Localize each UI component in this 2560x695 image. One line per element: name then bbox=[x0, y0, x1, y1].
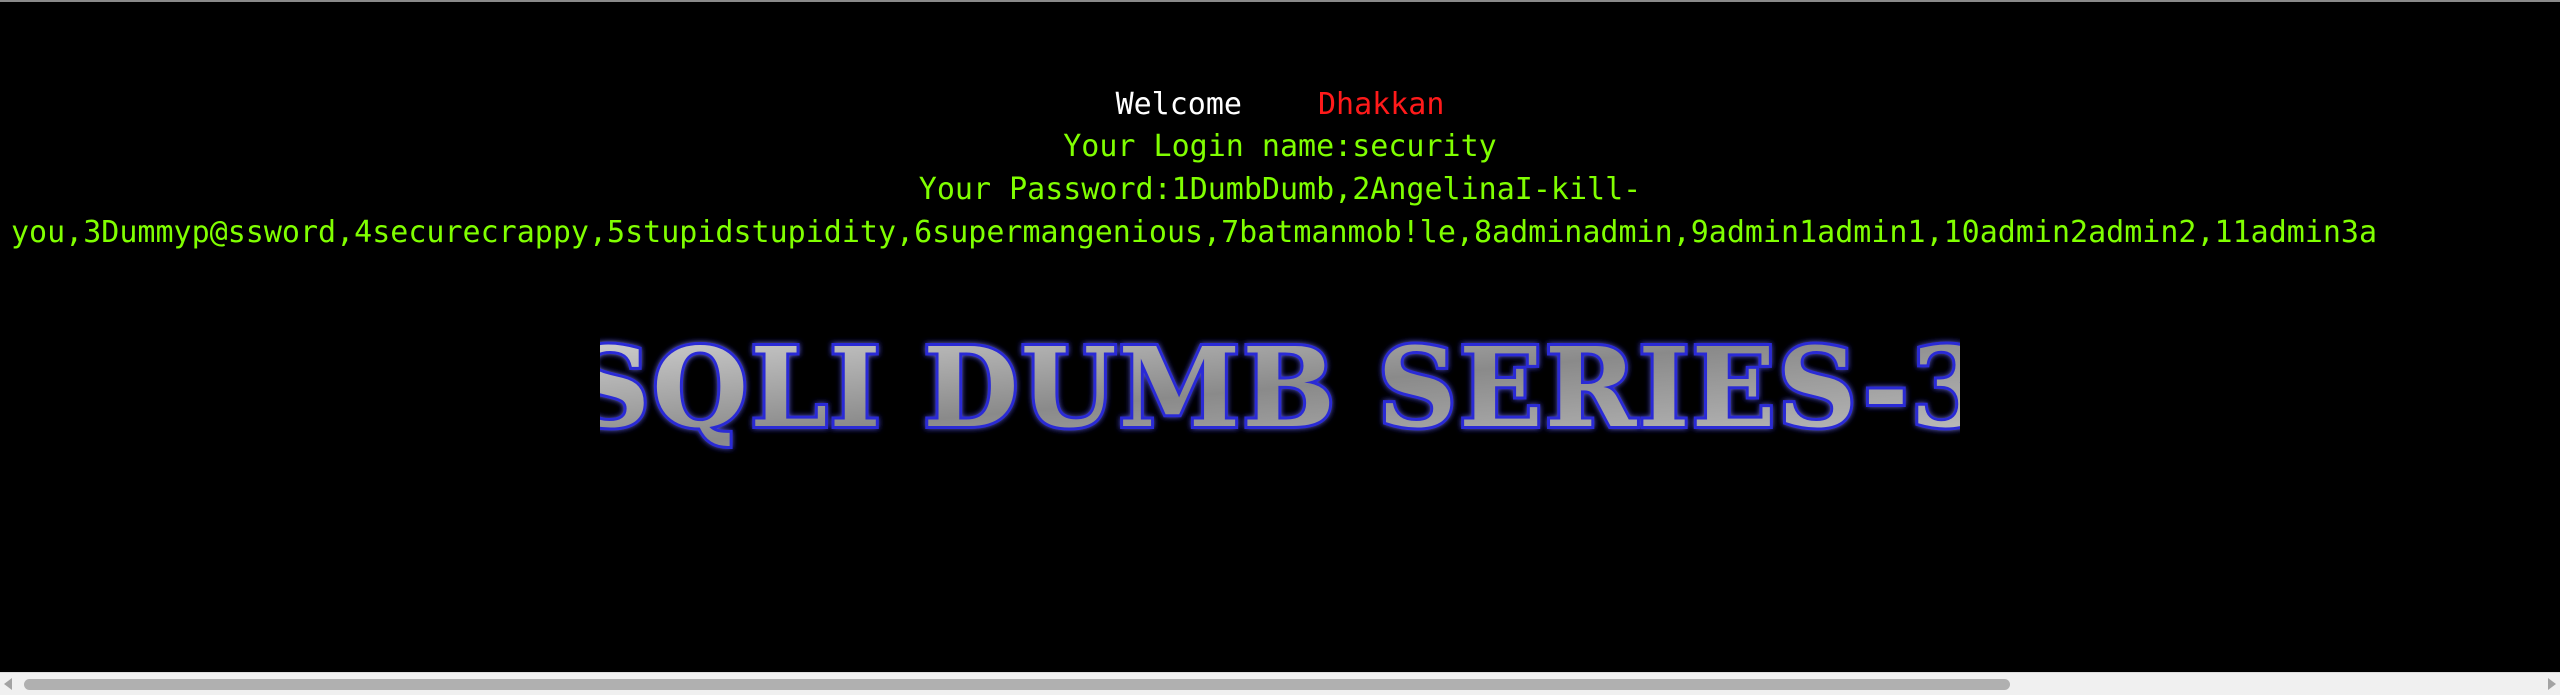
password-text-line-1: Your Password:1DumbDumb,2AngelinaI-kill- bbox=[918, 172, 1642, 207]
password-text-line-2: you,3Dummyp@ssword,4securecrappy,5stupid… bbox=[11, 215, 2378, 250]
welcome-label: Welcome bbox=[1115, 87, 1242, 122]
page-content: Welcome Dhakkan Your Login name:security … bbox=[0, 2, 2560, 672]
triangle-left-icon[interactable] bbox=[4, 678, 12, 690]
scrollbar-thumb[interactable] bbox=[24, 679, 2010, 690]
triangle-right-icon[interactable] bbox=[2548, 678, 2556, 690]
horizontal-scrollbar[interactable] bbox=[0, 672, 2560, 695]
login-name-text: Your Login name:security bbox=[1063, 129, 1497, 164]
welcome-line: Welcome Dhakkan bbox=[0, 86, 2560, 124]
banner-title-text: SQLI DUMB SERIES-3 bbox=[600, 324, 1960, 452]
user-name: Dhakkan bbox=[1318, 87, 1445, 122]
banner-title-image: SQLI DUMB SERIES-3 bbox=[600, 324, 1960, 454]
